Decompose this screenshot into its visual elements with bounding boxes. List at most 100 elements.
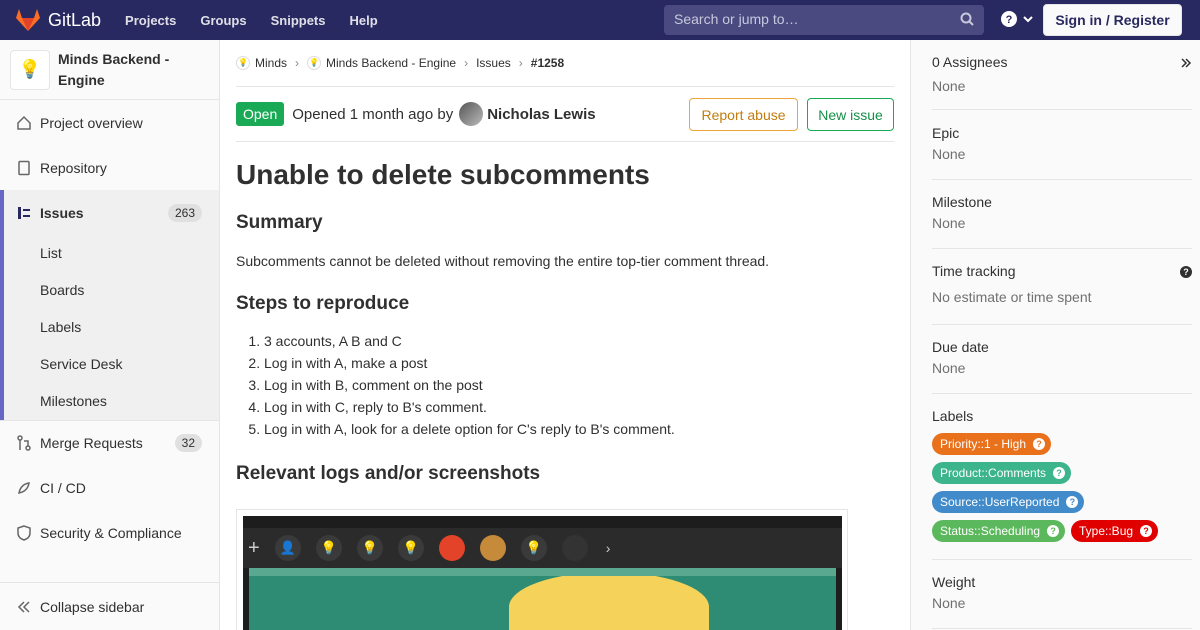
collapse-label: Collapse sidebar [40,598,145,615]
label-text: Status::Scheduling [940,524,1041,538]
double-chevron-right-icon[interactable] [1180,57,1192,69]
epic-title: Epic [932,125,960,141]
sidebar-item-label: Merge Requests [40,435,143,451]
submenu-list[interactable]: List [4,235,219,272]
breadcrumb-issue-number[interactable]: #1258 [531,56,564,70]
list-item: Log in with A, make a post [264,352,894,374]
logs-heading: Relevant logs and/or screenshots [236,463,541,484]
list-item: Log in with A, look for a delete option … [264,418,894,440]
label-priority[interactable]: Priority::1 - High? [932,433,1052,455]
weight-value: None [932,595,966,611]
search-input[interactable]: Search or jump to… [664,5,984,35]
screenshot-attachment[interactable]: + 👤 💡 💡 💡 💡 › [236,509,848,630]
submenu-labels[interactable]: Labels [4,309,219,346]
sidebar-item-repository[interactable]: Repository [0,145,219,190]
project-sidebar: 💡 Minds Backend - Engine Project overvie… [0,40,220,630]
issue-title: Unable to delete subcomments [236,159,650,190]
rocket-icon [16,480,32,496]
sidebar-item-label: Issues [40,204,84,221]
search-placeholder: Search or jump to… [674,11,799,27]
assignees-value: None [932,78,966,94]
project-header[interactable]: 💡 Minds Backend - Engine [0,40,219,100]
labels-title: Labels [932,408,974,424]
breadcrumb-minds[interactable]: Minds [255,56,287,70]
label-text: Source::UserReported [940,495,1060,509]
question-icon: ? [1140,525,1153,537]
list-item: Log in with C, reply to B's comment. [264,396,894,418]
milestone-block: Milestone None [932,194,1192,249]
label-text: Product::Comments [940,466,1047,480]
issues-submenu: List Boards Labels Service Desk Mileston… [0,235,219,420]
due-date-title: Due date [932,339,989,355]
question-icon: ? [1053,467,1066,479]
sidebar-item-issues[interactable]: Issues 263 [0,190,219,235]
issues-count-badge: 263 [167,203,202,222]
submenu-service-desk[interactable]: Service Desk [4,346,219,383]
list-item: Log in with B, comment on the post [264,374,894,396]
sign-in-button[interactable]: Sign in / Register [1043,4,1182,36]
issues-icon [16,205,32,221]
due-date-block: Due date None [932,339,1192,394]
project-avatar-icon: 💡 [307,56,322,70]
submenu-boards[interactable]: Boards [4,272,219,309]
sidebar-item-project-overview[interactable]: Project overview [0,100,219,145]
time-tracking-value: No estimate or time spent [932,289,1092,305]
double-chevron-left-icon [17,600,30,613]
sidebar-item-ci-cd[interactable]: CI / CD [0,465,219,510]
opened-text: Opened 1 month ago by [292,105,454,123]
breadcrumb-project[interactable]: Minds Backend - Engine [326,56,456,70]
gitlab-logo[interactable]: GitLab [16,9,101,31]
time-tracking-title: Time tracking [932,263,1016,279]
report-abuse-button[interactable]: Report abuse [689,98,798,131]
nav-help[interactable]: Help [350,13,378,28]
collapse-sidebar-button[interactable]: Collapse sidebar [0,582,219,630]
breadcrumb: 💡 Minds › 💡 Minds Backend - Engine › Iss… [236,40,894,87]
label-text: Type::Bug [1079,524,1134,538]
new-issue-button[interactable]: New issue [807,98,894,131]
issue-content: 💡 Minds › 💡 Minds Backend - Engine › Iss… [236,40,894,630]
question-icon: ? [1047,525,1060,537]
help-dropdown[interactable]: ? [1000,10,1034,28]
nav-groups[interactable]: Groups [200,13,246,28]
brand-label: GitLab [48,9,102,30]
label-product[interactable]: Product::Comments? [932,462,1072,484]
screenshot-avatar-strip: + 👤 💡 💡 💡 💡 › [243,528,842,568]
milestone-title: Milestone [932,194,992,210]
group-avatar-icon: 💡 [236,56,250,70]
time-tracking-block: Time tracking No estimate or time spent … [932,263,1192,325]
labels-block: Labels Priority::1 - High? Product::Comm… [932,408,1192,560]
breadcrumb-issues[interactable]: Issues [476,56,511,70]
due-date-value: None [932,360,966,376]
sidebar-item-merge-requests[interactable]: Merge Requests 32 [0,420,219,465]
question-icon: ? [1066,496,1079,508]
doc-icon [16,160,32,176]
project-avatar: 💡 [10,49,50,90]
nav-snippets[interactable]: Snippets [271,13,326,28]
question-icon[interactable]: ? [1180,266,1192,278]
author-link[interactable]: Nicholas Lewis [487,106,595,123]
search-icon [960,12,974,26]
project-name: Minds Backend - Engine [58,50,170,88]
steps-heading: Steps to reproduce [236,293,410,314]
status-badge: Open [236,102,285,126]
submenu-milestones[interactable]: Milestones [4,383,219,420]
chevron-right-icon: › [295,56,300,70]
summary-text: Subcomments cannot be deleted without re… [236,253,770,269]
chevron-right-icon: › [518,56,523,70]
sidebar-item-security[interactable]: Security & Compliance [0,510,219,555]
label-text: Priority::1 - High [940,437,1027,451]
sidebar-item-label: CI / CD [40,479,86,496]
merge-icon [16,435,32,451]
label-type[interactable]: Type::Bug? [1071,520,1159,542]
shield-icon [16,524,32,541]
list-item: 3 accounts, A B and C [264,330,894,352]
nav-projects[interactable]: Projects [125,13,176,28]
label-source[interactable]: Source::UserReported? [932,491,1085,513]
sidebar-item-label: Repository [40,159,107,176]
home-icon [16,115,32,131]
screenshot-cartoon [249,568,836,630]
avatar[interactable] [459,102,484,126]
label-status[interactable]: Status::Scheduling? [932,520,1066,542]
epic-value: None [932,146,966,162]
issue-sidebar: 0 Assignees None Epic None Milestone Non… [910,40,1200,630]
